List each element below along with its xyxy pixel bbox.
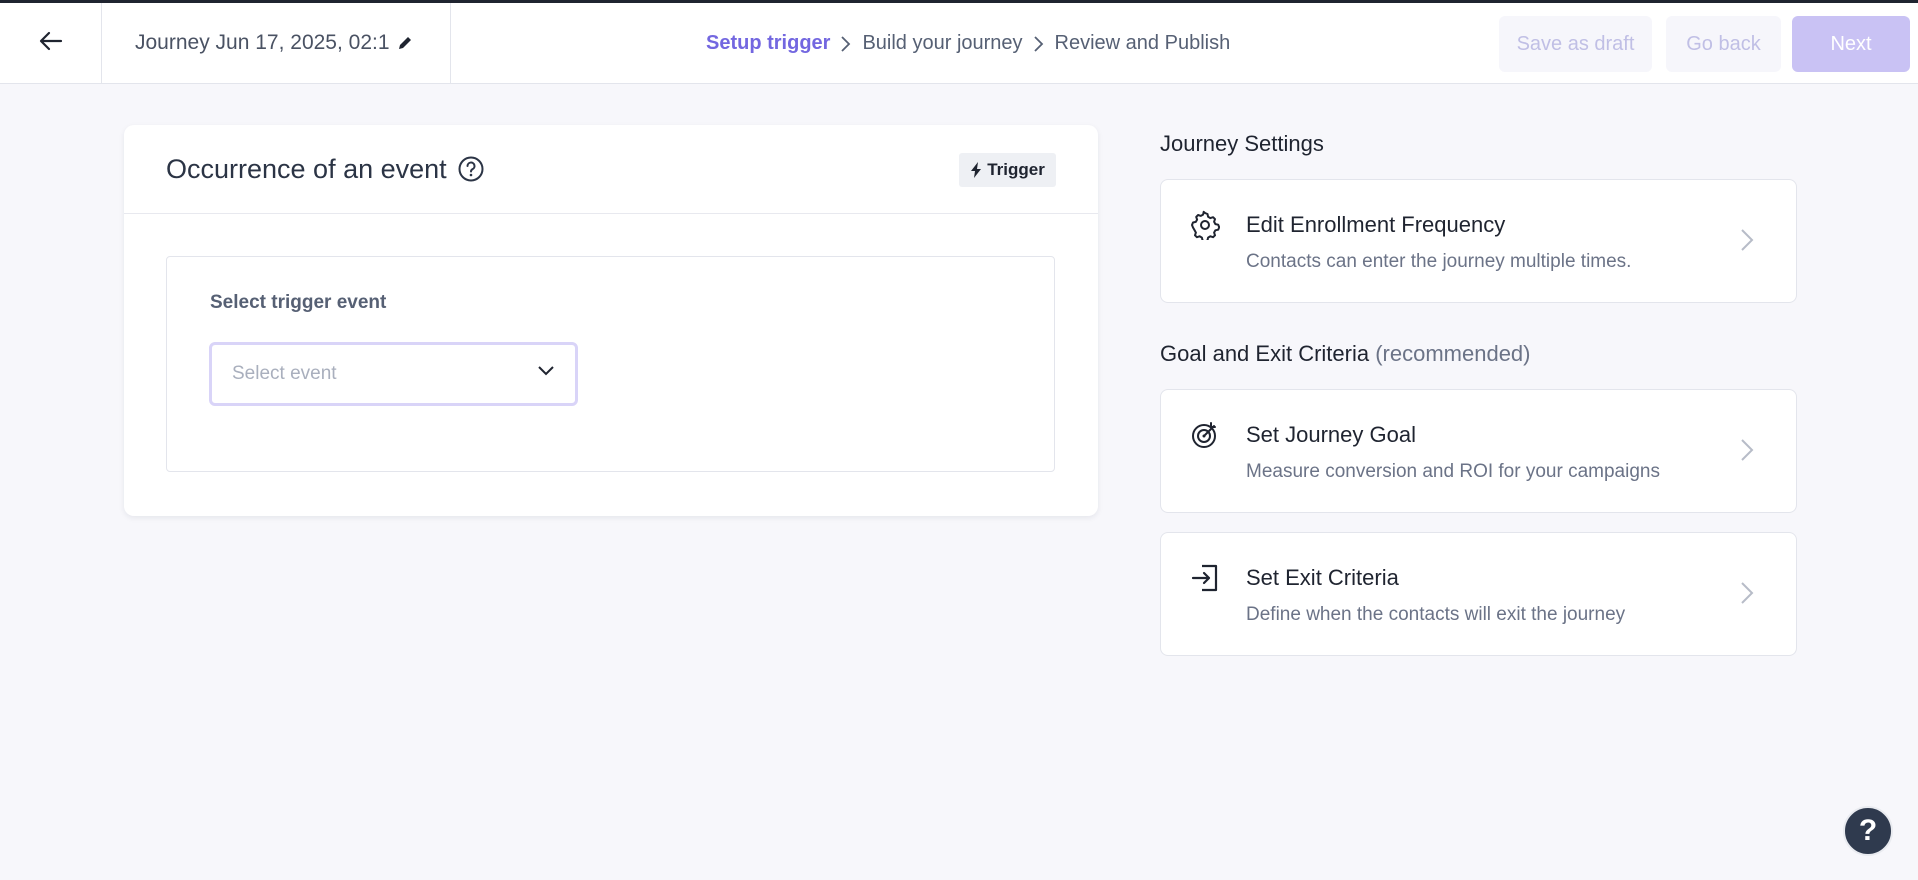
- exit-criteria-desc: Define when the contacts will exit the j…: [1246, 604, 1626, 625]
- back-button[interactable]: [0, 2, 102, 84]
- chevron-down-icon: [537, 365, 555, 377]
- goal-exit-title-text: Goal and Exit Criteria: [1160, 341, 1370, 366]
- step-setup-trigger[interactable]: Setup trigger: [706, 32, 830, 55]
- help-circle-icon[interactable]: [457, 155, 485, 183]
- gear-icon: [1190, 210, 1220, 240]
- top-header: Journey Jun 17, 2025, 02:1 Setup trigger…: [0, 2, 1918, 84]
- chevron-right-icon: [1740, 438, 1754, 462]
- lightning-icon: [970, 161, 982, 179]
- set-exit-criteria-card[interactable]: Set Exit Criteria Define when the contac…: [1160, 532, 1797, 656]
- chevron-right-icon: [1740, 228, 1754, 252]
- edit-enrollment-frequency-card[interactable]: Edit Enrollment Frequency Contacts can e…: [1160, 179, 1797, 303]
- exit-icon: [1190, 563, 1220, 593]
- step-review-publish[interactable]: Review and Publish: [1055, 32, 1231, 55]
- goal-exit-subtitle: (recommended): [1375, 341, 1531, 366]
- journey-goal-desc: Measure conversion and ROI for your camp…: [1246, 461, 1660, 482]
- event-select[interactable]: Select event: [209, 342, 578, 406]
- target-icon: [1190, 420, 1220, 450]
- save-draft-button[interactable]: Save as draft: [1499, 16, 1652, 72]
- trigger-badge: Trigger: [959, 153, 1056, 187]
- step-build-journey[interactable]: Build your journey: [862, 32, 1022, 55]
- trigger-card-title: Occurrence of an event: [166, 153, 447, 184]
- journey-settings-title: Journey Settings: [1160, 131, 1324, 157]
- trigger-card-header: Occurrence of an event Trigger: [124, 125, 1098, 214]
- next-button[interactable]: Next: [1792, 16, 1910, 72]
- journey-title[interactable]: Journey Jun 17, 2025, 02:1: [135, 31, 389, 55]
- enrollment-frequency-title: Edit Enrollment Frequency: [1246, 212, 1506, 237]
- journey-settings-title-text: Journey Settings: [1160, 131, 1324, 156]
- step-breadcrumb: Setup trigger Build your journey Review …: [706, 3, 1230, 84]
- question-mark-icon: ?: [1858, 814, 1878, 847]
- journey-title-area: Journey Jun 17, 2025, 02:1: [102, 2, 451, 84]
- trigger-card: Occurrence of an event Trigger Select tr…: [124, 125, 1098, 516]
- trigger-event-label: Select trigger event: [210, 292, 387, 313]
- arrow-left-icon: [39, 31, 63, 56]
- journey-goal-title: Set Journey Goal: [1246, 422, 1416, 447]
- chevron-right-icon: [1740, 581, 1754, 605]
- set-journey-goal-card[interactable]: Set Journey Goal Measure conversion and …: [1160, 389, 1797, 513]
- enrollment-frequency-desc: Contacts can enter the journey multiple …: [1246, 251, 1632, 272]
- pencil-icon[interactable]: [397, 35, 413, 51]
- help-button[interactable]: ?: [1843, 806, 1893, 856]
- chevron-right-icon: [1033, 35, 1045, 53]
- trigger-badge-label: Trigger: [987, 160, 1045, 179]
- go-back-button[interactable]: Go back: [1666, 16, 1781, 72]
- goal-exit-title: Goal and Exit Criteria (recommended): [1160, 341, 1531, 367]
- event-select-placeholder: Select event: [232, 363, 337, 384]
- exit-criteria-title: Set Exit Criteria: [1246, 565, 1399, 590]
- chevron-right-icon: [840, 35, 852, 53]
- trigger-event-section: Select trigger event Select event: [166, 256, 1055, 472]
